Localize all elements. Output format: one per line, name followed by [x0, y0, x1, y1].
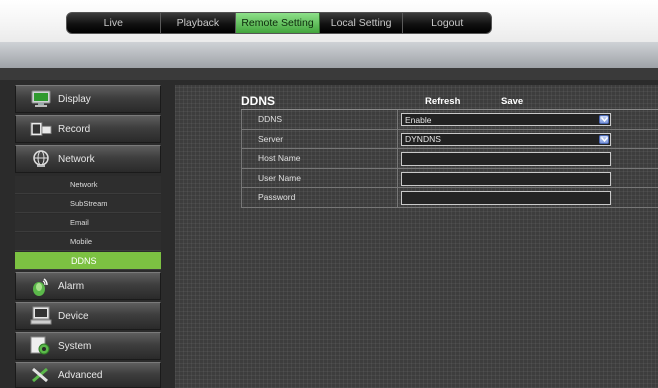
user-name-row: User Name [241, 168, 658, 188]
sidebar-item-label: Alarm [58, 280, 85, 292]
sidebar-item-label: Network [58, 153, 95, 165]
sidebar-item-label: Advanced [58, 369, 103, 381]
sidebar-item-label: Device [58, 310, 89, 322]
sidebar-item-display[interactable]: Display [15, 85, 161, 113]
password-label: Password [242, 188, 398, 207]
sidebar-item-label: System [58, 340, 92, 352]
user-name-input[interactable] [401, 171, 611, 186]
sidebar-item-network[interactable]: Network [15, 145, 161, 173]
ddns-row: DDNS Enable [241, 110, 658, 130]
ddns-label: DDNS [242, 110, 398, 129]
camera-icon [30, 119, 52, 139]
user-name-label: User Name [242, 168, 398, 187]
tab-live[interactable]: Live [67, 13, 161, 33]
sidebar-item-device[interactable]: Device [15, 302, 161, 330]
ddns-value: Enable [405, 114, 432, 125]
sidebar-item-system[interactable]: System [15, 332, 161, 360]
main-nav: Live Playback Remote Setting Local Setti… [66, 12, 492, 34]
subitem-ddns[interactable]: DDNS [15, 252, 161, 270]
top-bar: Live Playback Remote Setting Local Setti… [0, 0, 658, 42]
save-button[interactable]: Save [501, 96, 523, 107]
chevron-down-icon[interactable] [599, 115, 609, 124]
server-label: Server [242, 129, 398, 148]
server-row: Server DYNDNS [241, 129, 658, 149]
tools-icon [30, 365, 52, 385]
content-area: DDNS Refresh Save DDNS Enable Server DYN… [175, 85, 658, 388]
sidebar-item-alarm[interactable]: Alarm [15, 272, 161, 300]
alarm-icon [30, 276, 52, 296]
host-name-input[interactable] [401, 152, 611, 166]
sidebar-item-record[interactable]: Record [15, 115, 161, 143]
server-select[interactable]: DYNDNS [401, 132, 611, 146]
sidebar-item-label: Record [58, 123, 91, 135]
host-name-label: Host Name [242, 149, 398, 168]
chevron-down-icon[interactable] [599, 134, 609, 144]
tab-logout[interactable]: Logout [403, 13, 491, 33]
sidebar-item-advanced[interactable]: Advanced [15, 362, 161, 388]
sidebar: Display Record Network Network SubStream… [15, 85, 161, 388]
page-title: DDNS [241, 94, 276, 108]
host-name-row: Host Name [241, 149, 658, 169]
globe-icon [30, 149, 52, 169]
tab-local-setting[interactable]: Local Setting [320, 13, 404, 33]
gear-icon [30, 336, 52, 356]
divider-band [0, 68, 658, 80]
ddns-select[interactable]: Enable [401, 113, 611, 126]
server-value: DYNDNS [405, 134, 441, 144]
subitem-mobile[interactable]: Mobile [15, 233, 161, 251]
monitor-icon [30, 89, 52, 109]
sidebar-item-label: Display [58, 93, 91, 105]
tab-playback[interactable]: Playback [161, 13, 237, 33]
refresh-button[interactable]: Refresh [425, 96, 501, 107]
subitem-network[interactable]: Network [15, 176, 161, 194]
subitem-substream[interactable]: SubStream [15, 195, 161, 213]
password-input[interactable] [401, 191, 611, 205]
tab-remote-setting[interactable]: Remote Setting [236, 13, 320, 33]
panel-header: DDNS Refresh Save [241, 93, 658, 110]
subitem-email[interactable]: Email [15, 214, 161, 232]
ddns-panel: DDNS Refresh Save DDNS Enable Server DYN… [241, 93, 658, 208]
password-row: Password [241, 188, 658, 208]
title-strip [0, 42, 658, 68]
device-icon [30, 306, 52, 326]
